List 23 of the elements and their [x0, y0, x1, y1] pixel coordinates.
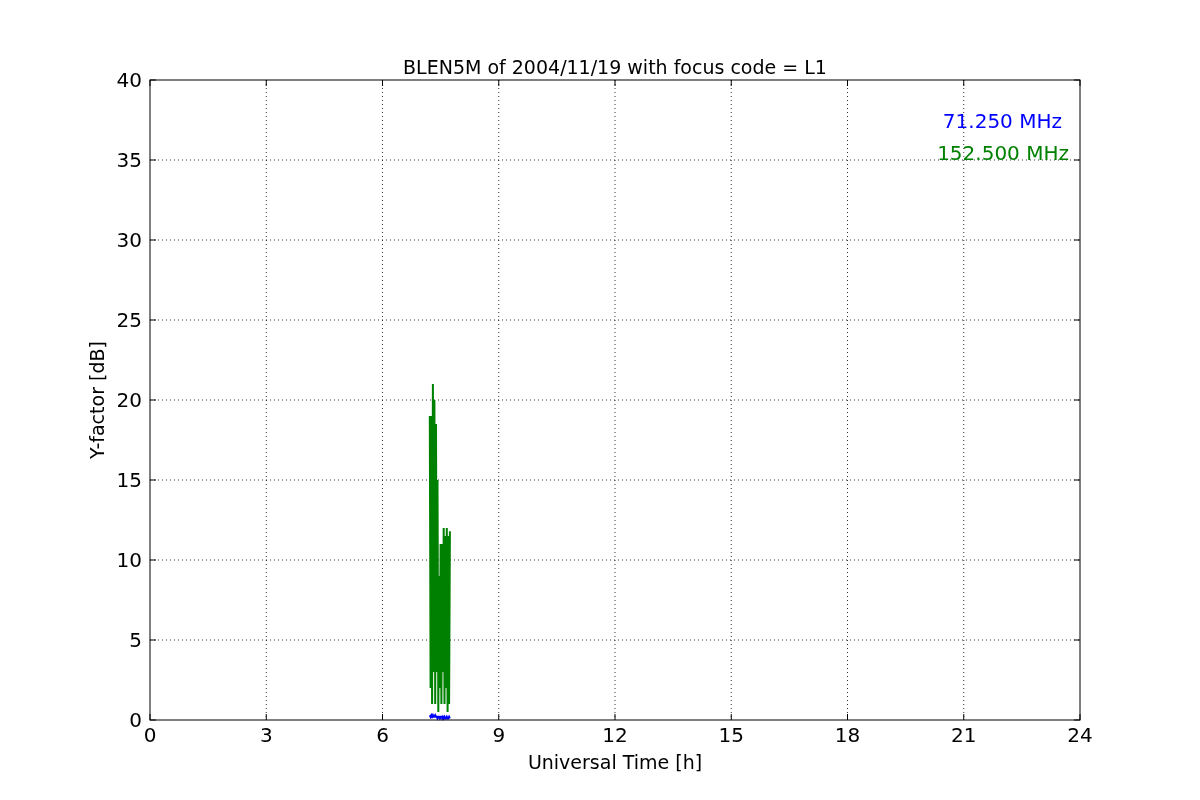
x-tick-label: 18	[834, 723, 861, 747]
legend-label: 152.500 MHz	[937, 141, 1069, 165]
y-tick-label: 15	[116, 468, 142, 492]
y-axis-label: Y-factor [dB]	[86, 341, 108, 459]
x-tick-label: 3	[259, 723, 273, 747]
y-tick-label: 35	[116, 148, 142, 172]
x-tick-label: 15	[718, 723, 744, 747]
y-tick-label: 25	[116, 308, 142, 332]
y-tick-label: 10	[116, 548, 142, 572]
y-tick-label: 5	[129, 628, 142, 652]
x-tick-label: 0	[143, 723, 157, 747]
y-tick-label: 0	[129, 708, 142, 732]
x-axis-label: Universal Time [h]	[527, 751, 703, 773]
y-tick-label: 40	[116, 68, 142, 92]
y-tick-label: 30	[116, 228, 142, 252]
legend-label: 71.250 MHz	[942, 109, 1062, 133]
y-tick-label: 20	[116, 388, 142, 412]
x-tick-label: 12	[602, 723, 628, 747]
x-tick-label: 24	[1067, 723, 1093, 747]
x-tick-label: 9	[492, 723, 506, 747]
x-tick-label: 6	[376, 723, 389, 747]
chart-title: BLEN5M of 2004/11/19 with focus code = L1	[403, 56, 827, 78]
x-tick-label: 21	[951, 723, 977, 747]
